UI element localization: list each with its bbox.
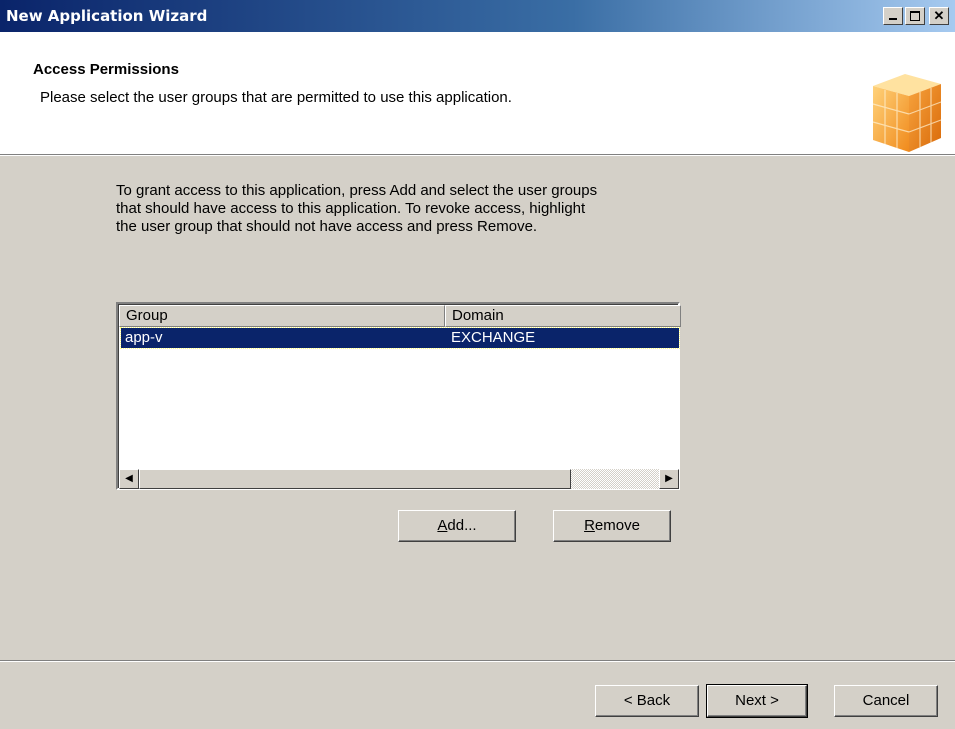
- scroll-right-button[interactable]: ▶: [659, 469, 679, 489]
- cell-domain: EXCHANGE: [451, 329, 536, 346]
- page-subtitle: Please select the user groups that are p…: [40, 89, 512, 106]
- title-bar[interactable]: New Application Wizard ✕: [0, 0, 955, 32]
- column-header-group[interactable]: Group: [119, 305, 445, 327]
- back-button[interactable]: < Back: [595, 685, 699, 717]
- footer-separator: [0, 660, 955, 662]
- maximize-button[interactable]: [905, 7, 925, 25]
- close-icon: ✕: [933, 8, 945, 23]
- close-button[interactable]: ✕: [929, 7, 949, 25]
- add-label: dd...: [447, 517, 477, 534]
- groups-list[interactable]: Group Domain app-v EXCHANGE ◀ ▶: [116, 302, 681, 490]
- column-header-domain[interactable]: Domain: [445, 305, 681, 327]
- add-button[interactable]: Add...: [398, 510, 516, 542]
- cell-group: app-v: [125, 329, 163, 346]
- cube-icon: [872, 74, 942, 152]
- wizard-header: Access Permissions Please select the use…: [0, 32, 955, 154]
- window-title: New Application Wizard: [6, 7, 208, 25]
- scroll-left-button[interactable]: ◀: [119, 469, 139, 489]
- table-row[interactable]: app-v EXCHANGE: [120, 327, 680, 349]
- maximize-icon: [910, 11, 920, 21]
- instructions-text: To grant access to this application, pre…: [116, 182, 598, 235]
- minimize-icon: [889, 18, 897, 20]
- page-title: Access Permissions: [33, 61, 179, 78]
- arrow-left-icon: ◀: [125, 473, 133, 484]
- header-separator: [0, 154, 955, 156]
- horizontal-scrollbar[interactable]: ◀ ▶: [119, 469, 679, 489]
- arrow-right-icon: ▶: [665, 473, 673, 484]
- remove-label: emove: [594, 517, 640, 534]
- cancel-button[interactable]: Cancel: [834, 685, 938, 717]
- list-header: Group Domain: [119, 305, 681, 327]
- remove-accel: R: [584, 517, 595, 534]
- next-button[interactable]: Next >: [706, 684, 808, 718]
- add-accel: A: [437, 517, 448, 534]
- scroll-thumb[interactable]: [139, 469, 571, 489]
- minimize-button[interactable]: [883, 7, 903, 25]
- remove-button[interactable]: Remove: [553, 510, 671, 542]
